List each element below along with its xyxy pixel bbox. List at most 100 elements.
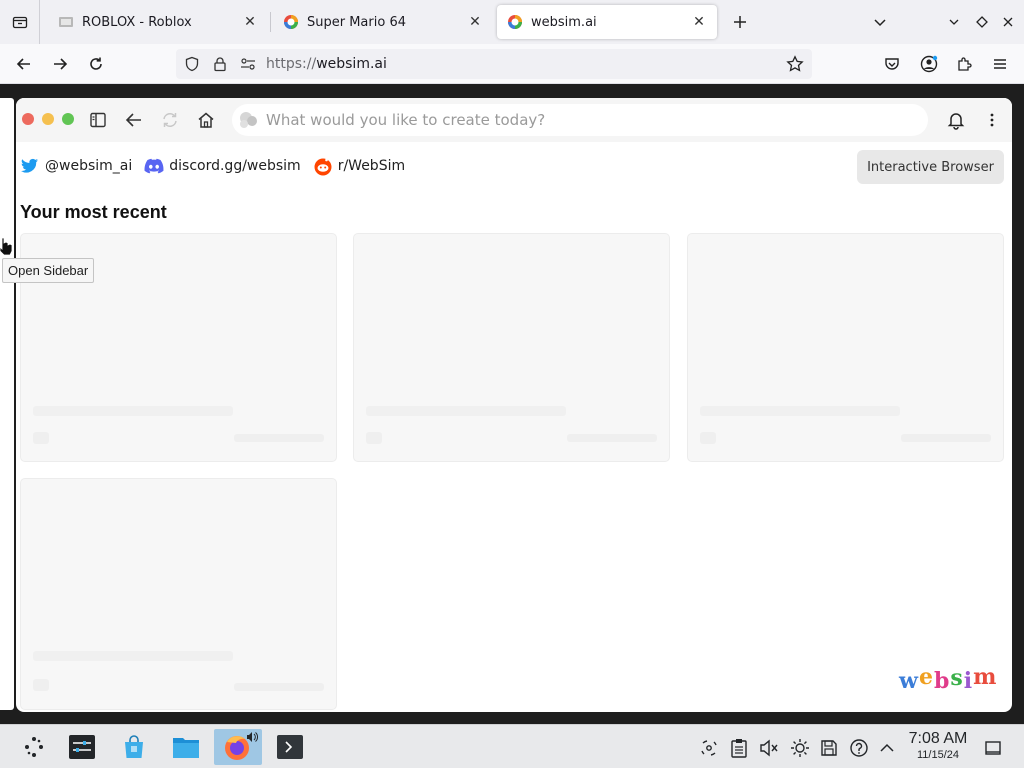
close-dot[interactable] [22, 113, 34, 125]
maximize-dot[interactable] [62, 113, 74, 125]
recent-card[interactable] [687, 233, 1004, 462]
social-links: @websim_ai discord.gg/websim r/WebSim [20, 154, 417, 178]
list-all-tabs-button[interactable] [868, 10, 892, 34]
tab-title: ROBLOX - Roblox [82, 14, 192, 30]
bell-icon [947, 113, 965, 130]
brightness-icon [791, 739, 809, 757]
card-avatar-placeholder [366, 432, 382, 444]
kebab-menu-icon [990, 113, 994, 127]
system-settings-button[interactable] [62, 729, 102, 765]
menu-button[interactable] [986, 51, 1014, 77]
logo-letter: m [973, 664, 998, 690]
url-host: websim.ai [316, 56, 387, 72]
save-disk-icon [821, 740, 837, 756]
show-desktop-button[interactable] [982, 737, 1004, 759]
bookmark-star-icon[interactable] [786, 55, 804, 73]
discover-store-button[interactable] [114, 729, 154, 765]
extensions-button[interactable] [950, 51, 978, 77]
close-window-button[interactable] [996, 10, 1020, 34]
websim-home-button[interactable] [194, 108, 218, 132]
terminal-button[interactable] [270, 729, 310, 765]
chevron-down-icon [949, 19, 959, 25]
home-icon [198, 112, 214, 128]
websim-reload-button[interactable] [158, 108, 182, 132]
clock[interactable]: 7:08 AM 11/15/24 [902, 730, 974, 762]
tab-list-button[interactable] [0, 0, 40, 44]
permissions-icon[interactable] [240, 56, 256, 72]
updates-tray-button[interactable] [848, 737, 870, 759]
more-options-button[interactable] [980, 108, 1004, 132]
tab-separator [270, 12, 271, 32]
card-title-placeholder [700, 406, 900, 416]
maximize-window-button[interactable] [970, 10, 994, 34]
tab-super-mario[interactable]: Super Mario 64 ✕ [273, 5, 493, 39]
storage-tray-button[interactable] [818, 737, 840, 759]
url-scheme: https:// [266, 56, 317, 72]
interactive-browser-button[interactable]: Interactive Browser [857, 150, 1004, 184]
logo-letter: s [950, 665, 964, 691]
websim-window: @websim_ai discord.gg/websim [16, 98, 1012, 712]
show-desktop-icon [985, 741, 1001, 755]
pocket-button[interactable] [878, 51, 906, 77]
new-tab-button[interactable] [728, 10, 752, 34]
prompt-bar[interactable] [232, 104, 928, 136]
network-tray-button[interactable] [698, 737, 720, 759]
card-title-placeholder [33, 406, 233, 416]
account-button[interactable] [915, 51, 943, 77]
websim-favicon-icon [508, 15, 522, 29]
tab-title: websim.ai [531, 14, 597, 30]
show-hidden-tray-button[interactable] [876, 737, 898, 759]
notifications-button[interactable] [944, 108, 968, 132]
discord-link[interactable]: discord.gg/websim [144, 156, 301, 176]
sidebar-toggle-button[interactable] [86, 108, 110, 132]
close-tab-icon[interactable]: ✕ [691, 14, 707, 30]
reddit-icon [313, 156, 333, 176]
app-launcher-button[interactable] [14, 729, 54, 765]
file-manager-button[interactable] [166, 729, 206, 765]
open-sidebar-tooltip: Open Sidebar [2, 258, 95, 283]
websim-back-button[interactable] [122, 108, 146, 132]
lock-icon[interactable] [212, 56, 228, 72]
logo-letter: i [963, 668, 974, 694]
clipboard-icon [731, 739, 747, 758]
recent-card[interactable] [353, 233, 670, 462]
reload-button[interactable] [82, 51, 110, 77]
firefox-taskbar-button[interactable] [214, 729, 262, 765]
help-circle-icon [850, 739, 868, 757]
shield-icon[interactable] [184, 56, 200, 72]
prompt-input[interactable] [266, 111, 906, 129]
tab-websim[interactable]: websim.ai ✕ [497, 5, 717, 39]
reload-icon [90, 57, 102, 70]
sidebar-collapsed[interactable] [0, 98, 14, 710]
url-bar[interactable]: https://websim.ai [176, 49, 812, 79]
refresh-icon [163, 113, 177, 127]
minimize-dot[interactable] [42, 113, 54, 125]
folder-icon [173, 738, 199, 758]
discord-link-label: discord.gg/websim [169, 158, 301, 174]
card-meta-placeholder [234, 434, 324, 442]
clipboard-tray-button[interactable] [728, 737, 750, 759]
hamburger-icon [994, 59, 1006, 69]
clock-date: 11/15/24 [916, 749, 959, 761]
websim-toolbar [16, 98, 1012, 142]
url-text[interactable]: https://websim.ai [266, 56, 387, 72]
twitter-link[interactable]: @websim_ai [20, 156, 132, 176]
sidebar-icon [90, 112, 106, 128]
brightness-tray-button[interactable] [789, 737, 811, 759]
twitter-icon [20, 156, 40, 176]
volume-tray-button[interactable] [758, 737, 780, 759]
back-button[interactable] [10, 51, 38, 77]
recent-card[interactable] [20, 478, 337, 710]
tab-list-icon [12, 16, 27, 29]
websim-favicon-icon [284, 15, 298, 29]
settings-icon [69, 735, 95, 759]
reddit-link[interactable]: r/WebSim [313, 156, 405, 176]
logo-letter: e [918, 664, 934, 690]
launcher-icon [25, 737, 43, 757]
card-title-placeholder [33, 651, 233, 661]
forward-button[interactable] [46, 51, 74, 77]
close-tab-icon[interactable]: ✕ [467, 14, 483, 30]
minimize-window-button[interactable] [942, 10, 966, 34]
tab-roblox[interactable]: ROBLOX - Roblox ✕ [48, 5, 268, 39]
close-tab-icon[interactable]: ✕ [242, 14, 258, 30]
